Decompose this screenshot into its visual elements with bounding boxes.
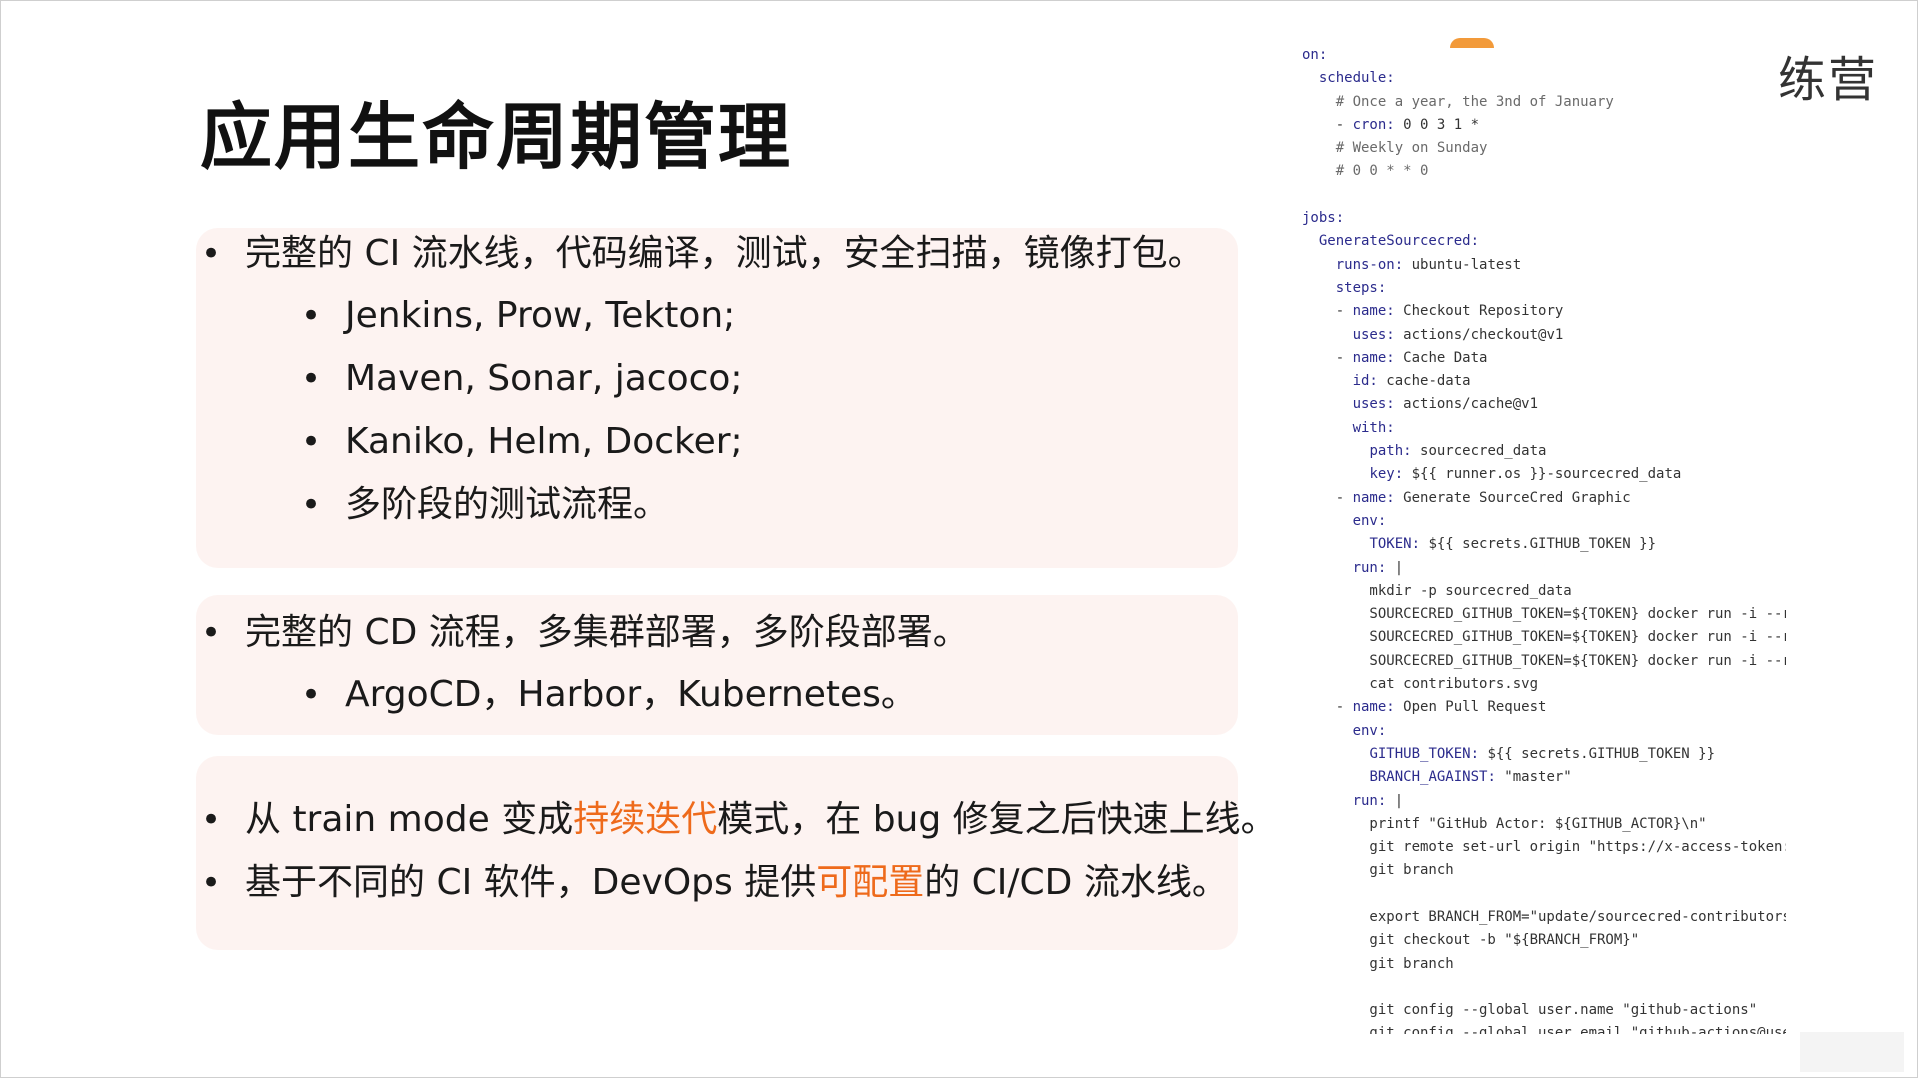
code-line: with: <box>1352 419 1395 436</box>
yaml-code-panel: on: schedule: # Once a year, the 3nd of … <box>1302 44 1786 1034</box>
bullet-text: 从 train mode 变成 <box>245 799 574 840</box>
slide-title: 应用生命周期管理 <box>200 95 793 179</box>
code-line: SOURCECRED_GITHUB_TOKEN=${TOKEN} docker … <box>1302 606 1786 623</box>
iteration-section-card <box>196 756 1238 950</box>
iteration-bullet: 从 train mode 变成持续迭代模式，在 bug 修复之后快速上线。 <box>201 798 1277 842</box>
corner-overlay <box>1800 1032 1904 1072</box>
ci-sub-item: Kaniko, Helm, Docker; <box>301 420 743 464</box>
code-line: printf "GitHub Actor: ${GITHUB_ACTOR}\n" <box>1302 815 1707 832</box>
bullet-text: 的 CI/CD 流水线。 <box>924 862 1228 903</box>
code-line: git remote set-url origin "https://x-acc… <box>1302 839 1786 856</box>
code-line: git checkout -b "${BRANCH_FROM}" <box>1302 932 1640 949</box>
ci-sub-item: Maven, Sonar, jacoco; <box>301 357 742 401</box>
code-line: # 0 0 * * 0 <box>1302 163 1429 180</box>
cd-bullet: 完整的 CD 流程，多集群部署，多阶段部署。 <box>201 611 969 655</box>
code-line: - name: Cache Data <box>1302 349 1488 366</box>
ci-sub-item: Jenkins, Prow, Tekton; <box>301 294 735 338</box>
highlight-text: 可配置 <box>816 862 925 903</box>
code-line: uses: actions/checkout@v1 <box>1352 326 1564 343</box>
code-line: # Weekly on Sunday <box>1302 140 1488 157</box>
code-line: env: <box>1352 722 1387 739</box>
code-line: run: | <box>1352 792 1404 809</box>
code-line: - name: Checkout Repository <box>1302 303 1564 320</box>
code-line: # Once a year, the 3nd of January <box>1302 93 1614 110</box>
code-line: export BRANCH_FROM="update/sourcecred-co… <box>1302 908 1786 925</box>
code-line: BRANCH_AGAINST: "master" <box>1369 769 1572 786</box>
code-line: - name: Generate SourceCred Graphic <box>1302 489 1631 506</box>
ci-bullet: 完整的 CI 流水线，代码编译，测试，安全扫描，镜像打包。 <box>201 232 1204 276</box>
code-line: SOURCECRED_GITHUB_TOKEN=${TOKEN} docker … <box>1302 629 1786 646</box>
code-line: git branch <box>1302 862 1454 879</box>
code-line: mkdir -p sourcecred_data <box>1302 582 1572 599</box>
code-line: git branch <box>1302 955 1454 972</box>
code-line: run: | <box>1352 559 1404 576</box>
code-line: key: ${{ runner.os }}-sourcecred_data <box>1369 466 1682 483</box>
code-line: path: sourcecred_data <box>1369 443 1547 460</box>
ci-sub-item: 多阶段的测试流程。 <box>301 483 669 527</box>
code-line: runs-on: ubuntu-latest <box>1335 256 1522 273</box>
code-line: TOKEN: ${{ secrets.GITHUB_TOKEN }} <box>1369 536 1657 553</box>
code-line: schedule: <box>1318 70 1395 87</box>
code-line: - cron: 0 0 3 1 * <box>1302 116 1480 133</box>
code-line: jobs: <box>1302 210 1345 227</box>
code-line: - name: Open Pull Request <box>1302 699 1547 716</box>
code-line: on: <box>1302 47 1328 63</box>
code-line: GenerateSourcecred: <box>1318 233 1480 250</box>
code-line: GITHUB_TOKEN: ${{ secrets.GITHUB_TOKEN }… <box>1369 745 1716 762</box>
code-line: git config --global user.email "github-a… <box>1302 1025 1786 1034</box>
bullet-text: 基于不同的 CI 软件，DevOps 提供 <box>245 862 817 903</box>
highlight-text: 持续迭代 <box>573 799 718 840</box>
code-line: steps: <box>1335 279 1387 296</box>
code-line: git config --global user.name "github-ac… <box>1302 1002 1758 1019</box>
cd-sub-item: ArgoCD，Harbor，Kubernetes。 <box>301 673 917 717</box>
code-line: SOURCECRED_GITHUB_TOKEN=${TOKEN} docker … <box>1302 652 1786 669</box>
configurable-bullet: 基于不同的 CI 软件，DevOps 提供可配置的 CI/CD 流水线。 <box>201 861 1228 905</box>
brand-text: 练营 <box>1777 52 1878 108</box>
code-line: cat contributors.svg <box>1302 676 1539 693</box>
code-line: env: <box>1352 512 1387 529</box>
code-line: id: cache-data <box>1352 373 1471 390</box>
code-line: uses: actions/cache@v1 <box>1352 396 1539 413</box>
bullet-text: 模式，在 bug 修复之后快速上线。 <box>717 799 1277 840</box>
